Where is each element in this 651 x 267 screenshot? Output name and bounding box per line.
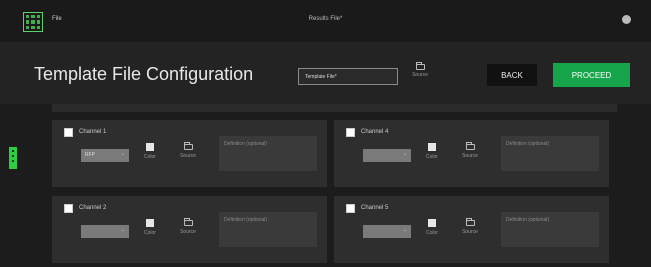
channel-2-checkbox[interactable]: [64, 204, 73, 213]
side-handle-icon[interactable]: [9, 147, 17, 169]
folder-icon: [465, 142, 475, 150]
channel-5-color-button[interactable]: Color: [420, 219, 444, 236]
channel-4-source-button[interactable]: Source: [456, 142, 484, 159]
channel-5-label: Channel 5: [361, 205, 389, 211]
results-file-title: Results File*: [308, 16, 343, 22]
channel-5-definition-field[interactable]: [501, 212, 599, 247]
folder-icon: [415, 62, 425, 70]
channel-5-source-button[interactable]: Source: [456, 218, 484, 235]
template-file-input[interactable]: [298, 68, 398, 85]
channel-1-checkbox[interactable]: [64, 128, 73, 137]
channel-2-definition-field[interactable]: [219, 212, 317, 247]
folder-icon: [465, 218, 475, 226]
folder-icon: [183, 218, 193, 226]
chevron-down-icon: ⌄: [120, 227, 125, 233]
channel-1-source-label: Source: [180, 153, 196, 159]
chevron-down-icon: ⌄: [402, 227, 407, 233]
color-swatch-icon: [146, 219, 154, 227]
channel-5-source-label: Source: [462, 229, 478, 235]
channel-4-checkbox[interactable]: [346, 128, 355, 137]
channel-4-source-label: Source: [462, 153, 478, 159]
channel-1-label: Channel 1: [79, 129, 107, 135]
channel-1-source-button[interactable]: Source: [174, 142, 202, 159]
channel-2-color-button[interactable]: Color: [138, 219, 162, 236]
channel-4-color-button[interactable]: Color: [420, 143, 444, 160]
channel-panel-2: Channel 2 ⌄ Color Source: [52, 196, 327, 263]
color-swatch-icon: [428, 219, 436, 227]
template-source-label: Source: [412, 72, 428, 78]
channel-1-select-value: RFP: [85, 152, 95, 158]
channel-1-color-button[interactable]: Color: [138, 143, 162, 160]
back-button[interactable]: BACK: [487, 64, 537, 86]
chevron-down-icon: ⌄: [402, 151, 407, 157]
channel-1-definition-field[interactable]: [219, 136, 317, 171]
color-swatch-icon: [146, 143, 154, 151]
globe-icon[interactable]: [622, 15, 631, 24]
page-title: Template File Configuration: [34, 64, 254, 84]
channel-1-select[interactable]: RFP ⌄: [81, 149, 129, 162]
channel-4-label: Channel 4: [361, 129, 389, 135]
channel-1-color-label: Color: [144, 154, 156, 160]
channel-panel-4: Channel 4 ⌄ Color Source: [334, 120, 609, 187]
top-bar: File Results File*: [0, 0, 651, 42]
channel-5-color-label: Color: [426, 230, 438, 236]
channel-2-label: Channel 2: [79, 205, 107, 211]
channel-2-color-label: Color: [144, 230, 156, 236]
channel-5-select[interactable]: ⌄: [363, 225, 411, 238]
channel-panel-1: Channel 1 RFP ⌄ Color Source: [52, 120, 327, 187]
channel-2-source-button[interactable]: Source: [174, 218, 202, 235]
folder-icon: [183, 142, 193, 150]
channel-5-checkbox[interactable]: [346, 204, 355, 213]
channel-panel-5: Channel 5 ⌄ Color Source: [334, 196, 609, 263]
color-swatch-icon: [428, 143, 436, 151]
channel-2-source-label: Source: [180, 229, 196, 235]
channel-4-color-label: Color: [426, 154, 438, 160]
channel-2-select[interactable]: ⌄: [81, 225, 129, 238]
content-top-strip: [52, 104, 617, 112]
channel-4-definition-field[interactable]: [501, 136, 599, 171]
grid-logo-icon: [23, 12, 43, 32]
template-source-button[interactable]: Source: [405, 62, 435, 78]
channel-4-select[interactable]: ⌄: [363, 149, 411, 162]
chevron-down-icon: ⌄: [120, 151, 125, 157]
proceed-button[interactable]: PROCEED: [553, 63, 630, 87]
